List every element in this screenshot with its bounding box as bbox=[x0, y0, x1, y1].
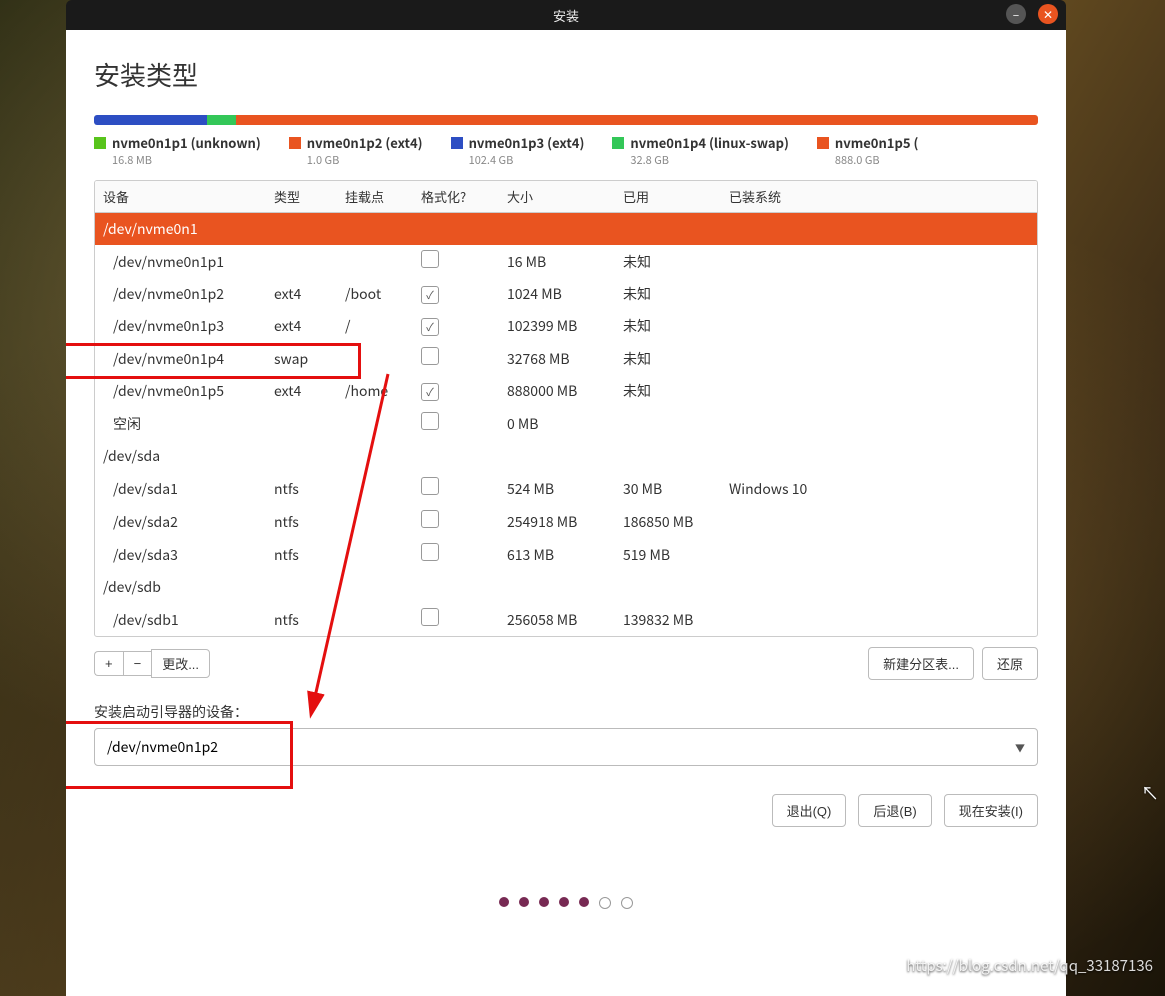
partition-toolbar: + − 更改... 新建分区表... 还原 bbox=[94, 647, 1038, 680]
disk-usage-bar bbox=[94, 115, 1038, 125]
bootloader-label: 安装启动引导器的设备： bbox=[94, 702, 1038, 722]
format-checkbox[interactable] bbox=[421, 318, 439, 336]
new-partition-table-button[interactable]: 新建分区表... bbox=[868, 647, 974, 680]
legend-size: 32.8 GB bbox=[630, 152, 788, 168]
revert-button[interactable]: 还原 bbox=[982, 647, 1038, 680]
dot bbox=[599, 897, 611, 909]
bootloader-device-value: /dev/nvme0n1p2 bbox=[107, 737, 218, 757]
format-checkbox[interactable] bbox=[421, 347, 439, 365]
legend-item: nvme0n1p4 (linux-swap)32.8 GB bbox=[612, 133, 788, 168]
format-checkbox[interactable] bbox=[421, 510, 439, 528]
partition-row[interactable]: /dev/nvme0n1p3ext4/102399 MB未知 bbox=[95, 310, 1037, 342]
col-device: 设备 bbox=[95, 181, 266, 213]
partition-row[interactable]: /dev/nvme0n1p2ext4/boot1024 MB未知 bbox=[95, 278, 1037, 310]
partition-row[interactable]: /dev/nvme0n1p5ext4/home888000 MB未知 bbox=[95, 375, 1037, 407]
disk-row[interactable]: /dev/sda bbox=[95, 440, 1037, 472]
bootloader-device-combo[interactable]: /dev/nvme0n1p2 ▼ bbox=[94, 728, 1038, 766]
col-size: 大小 bbox=[499, 181, 615, 213]
format-checkbox[interactable] bbox=[421, 286, 439, 304]
dot bbox=[519, 897, 529, 907]
mouse-cursor-icon: ↖ bbox=[1141, 780, 1159, 806]
disk-legend: nvme0n1p1 (unknown)16.8 MB nvme0n1p2 (ext… bbox=[94, 133, 1038, 168]
format-checkbox[interactable] bbox=[421, 250, 439, 268]
format-checkbox[interactable] bbox=[421, 383, 439, 401]
dot bbox=[499, 897, 509, 907]
dot bbox=[539, 897, 549, 907]
col-system: 已装系统 bbox=[721, 181, 1037, 213]
partition-row[interactable]: /dev/nvme0n1p4swap32768 MB未知 bbox=[95, 342, 1037, 375]
minimize-button[interactable]: ‒ bbox=[1006, 4, 1026, 24]
partition-row[interactable]: /dev/nvme0n1p116 MB未知 bbox=[95, 245, 1037, 278]
legend-size: 1.0 GB bbox=[307, 152, 423, 168]
dot bbox=[579, 897, 589, 907]
legend-size: 16.8 MB bbox=[112, 152, 261, 168]
format-checkbox[interactable] bbox=[421, 608, 439, 626]
col-mount: 挂载点 bbox=[337, 181, 413, 213]
legend-item: nvme0n1p5 (888.0 GB bbox=[817, 133, 919, 168]
table-header-row: 设备 类型 挂载点 格式化? 大小 已用 已装系统 bbox=[95, 181, 1037, 213]
chevron-down-icon: ▼ bbox=[1015, 740, 1025, 755]
partition-row[interactable]: 空闲0 MB bbox=[95, 407, 1037, 440]
partition-row[interactable]: /dev/sda2ntfs254918 MB186850 MB bbox=[95, 505, 1037, 538]
quit-button[interactable]: 退出(Q) bbox=[772, 794, 847, 827]
legend-label: nvme0n1p1 (unknown) bbox=[112, 133, 261, 152]
legend-label: nvme0n1p2 (ext4) bbox=[307, 133, 423, 152]
legend-item: nvme0n1p3 (ext4)102.4 GB bbox=[451, 133, 585, 168]
partition-table: 设备 类型 挂载点 格式化? 大小 已用 已装系统 /dev/nvme0n1/d… bbox=[94, 180, 1038, 637]
legend-label: nvme0n1p3 (ext4) bbox=[469, 133, 585, 152]
format-checkbox[interactable] bbox=[421, 477, 439, 495]
close-button[interactable]: ✕ bbox=[1038, 4, 1058, 24]
partition-row[interactable]: /dev/sdb1ntfs256058 MB139832 MB bbox=[95, 603, 1037, 636]
installer-panel: 安装类型 nvme0n1p1 (unknown)16.8 MB nvme0n1p2… bbox=[66, 30, 1066, 996]
back-button[interactable]: 后退(B) bbox=[858, 794, 931, 827]
add-partition-button[interactable]: + bbox=[94, 651, 123, 676]
dot bbox=[621, 897, 633, 909]
titlebar: 安装 ‒ ✕ bbox=[66, 0, 1066, 30]
page-title: 安装类型 bbox=[94, 56, 1038, 93]
col-format: 格式化? bbox=[413, 181, 499, 213]
dot bbox=[559, 897, 569, 907]
partition-row[interactable]: /dev/sda1ntfs524 MB30 MBWindows 10 bbox=[95, 472, 1037, 505]
disk-row[interactable]: /dev/sdb bbox=[95, 571, 1037, 603]
format-checkbox[interactable] bbox=[421, 412, 439, 430]
legend-size: 102.4 GB bbox=[469, 152, 585, 168]
legend-item: nvme0n1p1 (unknown)16.8 MB bbox=[94, 133, 261, 168]
installer-window: 安装 ‒ ✕ 安装类型 nvme0n1p1 (unknown)16.8 MBnv… bbox=[66, 0, 1066, 996]
legend-label: nvme0n1p5 ( bbox=[835, 133, 919, 152]
action-row: 退出(Q) 后退(B) 现在安装(I) bbox=[94, 794, 1038, 827]
window-title: 安装 bbox=[553, 6, 579, 25]
legend-label: nvme0n1p4 (linux-swap) bbox=[630, 133, 788, 152]
legend-item: nvme0n1p2 (ext4)1.0 GB bbox=[289, 133, 423, 168]
change-partition-button[interactable]: 更改... bbox=[151, 649, 210, 678]
format-checkbox[interactable] bbox=[421, 543, 439, 561]
partition-row[interactable]: /dev/sda3ntfs613 MB519 MB bbox=[95, 538, 1037, 571]
install-now-button[interactable]: 现在安装(I) bbox=[944, 794, 1038, 827]
remove-partition-button[interactable]: − bbox=[123, 651, 152, 676]
disk-row[interactable]: /dev/nvme0n1 bbox=[95, 213, 1037, 246]
col-type: 类型 bbox=[266, 181, 337, 213]
col-used: 已用 bbox=[615, 181, 721, 213]
progress-dots bbox=[94, 897, 1038, 909]
watermark: https://blog.csdn.net/qq_33187136 bbox=[906, 955, 1153, 976]
legend-size: 888.0 GB bbox=[835, 152, 919, 168]
